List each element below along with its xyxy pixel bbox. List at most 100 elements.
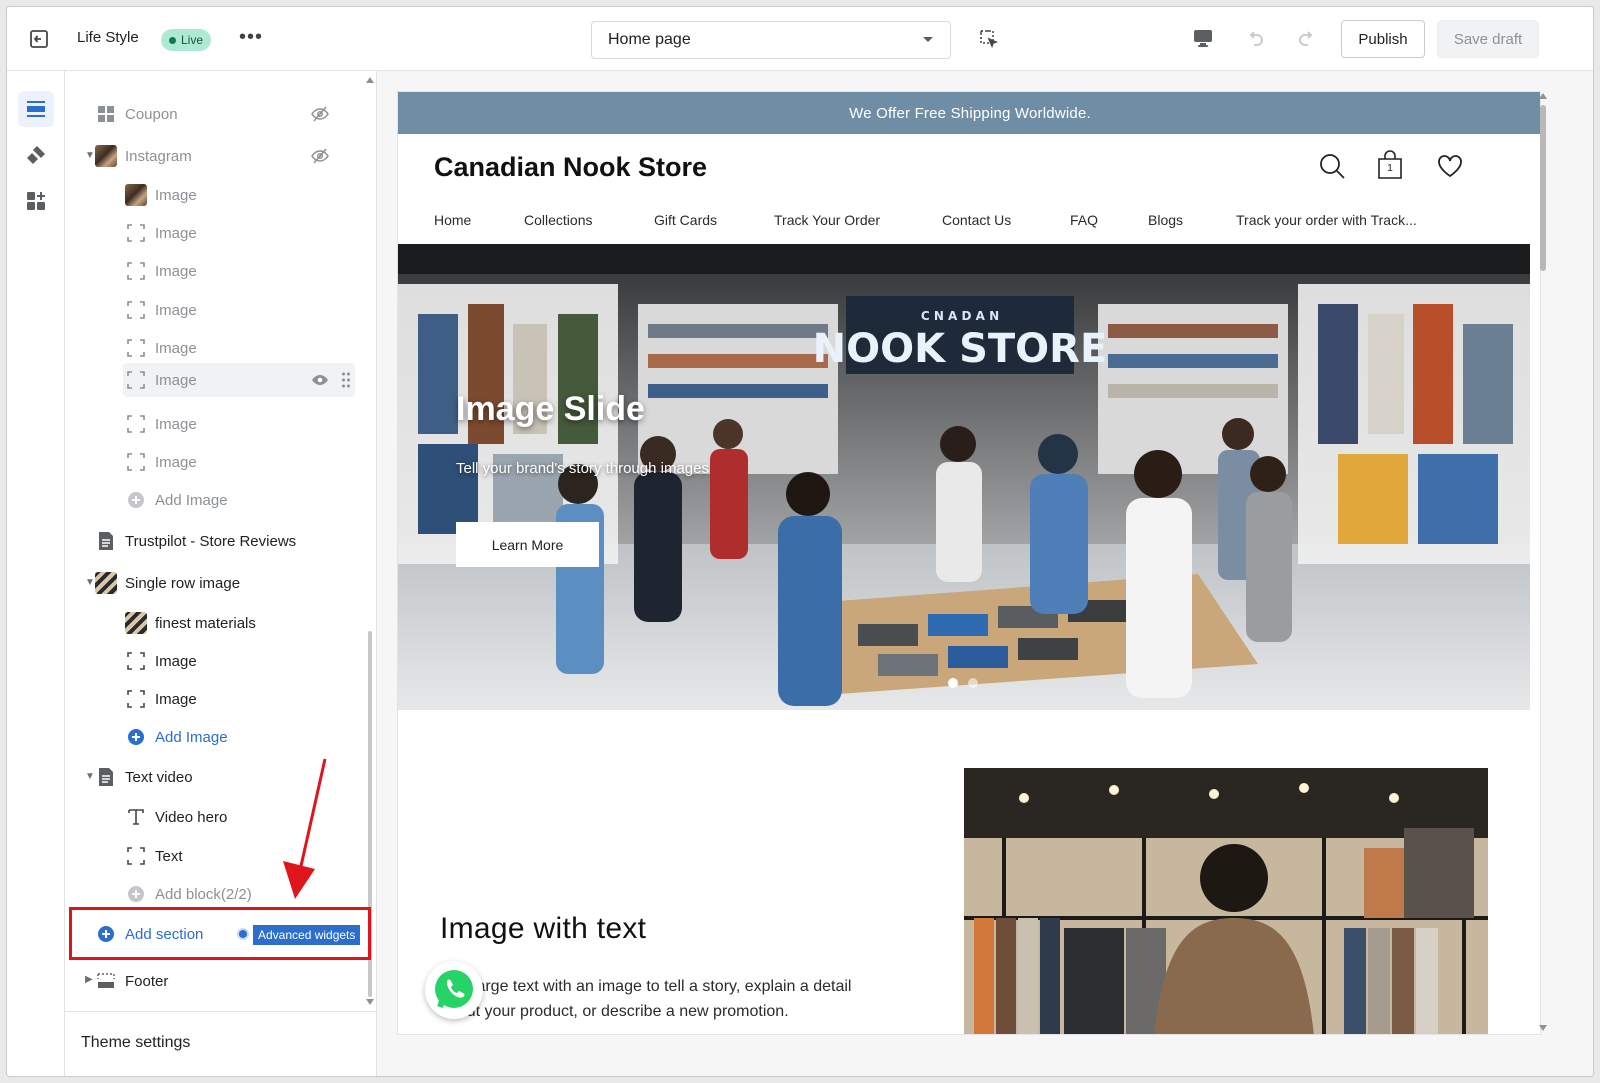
status-dot-icon [169, 36, 176, 44]
image-frame-icon [125, 650, 147, 672]
tree-block-image[interactable]: Image [125, 216, 197, 250]
tree-item-instagram[interactable]: Instagram [95, 139, 192, 173]
chevron-down-icon [923, 37, 933, 42]
tree-block-image-selected[interactable]: Image [125, 363, 197, 397]
caret-down-icon[interactable]: ▼ [85, 150, 95, 161]
store-interior-image: C N A D A N NOOK STORE [398, 244, 1530, 710]
caret-down-icon[interactable]: ▼ [85, 771, 95, 782]
scroll-up-icon[interactable] [1539, 93, 1547, 99]
tree-block-image[interactable]: Image [125, 682, 197, 716]
save-draft-button[interactable]: Save draft [1437, 20, 1539, 58]
tree-block-image[interactable]: Image [125, 407, 197, 441]
tree-item-text-video[interactable]: Text video [95, 760, 193, 794]
page-selector-value: Home page [608, 31, 691, 48]
tree-item-label: Image [155, 262, 197, 280]
tree-block-image[interactable]: Image [125, 331, 197, 365]
tree-block-video-hero[interactable]: Video hero [125, 800, 227, 834]
theme-editor-window: Life Style Live ••• Home page Publish Sa… [6, 6, 1594, 1077]
nav-link-contact[interactable]: Contact Us [942, 212, 1011, 228]
add-image-button[interactable]: Add Image [125, 483, 228, 517]
eye-icon[interactable] [311, 371, 329, 389]
page-selector[interactable]: Home page [591, 21, 951, 59]
tree-scrollbar[interactable] [365, 71, 375, 1011]
nav-link-faq[interactable]: FAQ [1070, 212, 1098, 228]
grid-section-icon [95, 103, 117, 125]
tree-block-image[interactable]: Image [125, 644, 197, 678]
search-icon[interactable] [1318, 152, 1346, 180]
add-block-button[interactable]: Add block(2/2) [125, 877, 252, 911]
exit-icon[interactable] [27, 27, 51, 51]
learn-more-button[interactable]: Learn More [456, 522, 599, 567]
theme-settings-label: Theme settings [81, 1034, 191, 1051]
advanced-widgets-button[interactable]: Advanced widgets [253, 925, 361, 945]
tree-item-label: finest materials [155, 614, 256, 632]
tree-item-label: Text video [125, 768, 193, 786]
document-icon [95, 530, 117, 552]
slide-dot-active[interactable] [948, 678, 958, 688]
tree-item-label: Image [155, 415, 197, 433]
tree-item-coupon[interactable]: Coupon [95, 97, 178, 131]
eye-hidden-icon[interactable] [311, 147, 329, 165]
hero-slideshow[interactable]: C N A D A N NOOK STORE Image Slide Tell … [398, 244, 1530, 710]
nav-link-collections[interactable]: Collections [524, 212, 592, 228]
add-image-button[interactable]: Add Image [125, 720, 228, 754]
sections-icon[interactable] [18, 91, 54, 127]
tree-item-footer[interactable]: Footer [95, 964, 168, 998]
desktop-icon[interactable] [1192, 27, 1214, 49]
tree-item-single-row-image[interactable]: Single row image [95, 566, 240, 600]
nav-link-gift-cards[interactable]: Gift Cards [654, 212, 717, 228]
store-logo-title[interactable]: Canadian Nook Store [434, 152, 707, 183]
image-with-text-body: Pair large text with an image to tell a … [440, 978, 852, 1020]
store-name: Life Style [77, 29, 139, 46]
tree-block-image[interactable]: Image [125, 445, 197, 479]
cart-icon[interactable]: 1 [1376, 150, 1404, 180]
tree-item-label: Video hero [155, 808, 228, 826]
preview-scrollbar[interactable] [1537, 91, 1549, 1035]
tree-block-image[interactable]: Image [125, 293, 197, 327]
undo-icon[interactable] [1243, 27, 1267, 51]
drag-handle-icon[interactable] [341, 371, 351, 389]
theme-style-icon[interactable] [18, 137, 54, 173]
nav-link-track-with-app[interactable]: Track your order with Track... [1236, 212, 1417, 228]
redo-icon[interactable] [1295, 27, 1319, 51]
publish-button[interactable]: Publish [1341, 20, 1425, 58]
apps-icon[interactable] [18, 183, 54, 219]
nav-link-home[interactable]: Home [434, 212, 471, 228]
cart-count: 1 [1387, 163, 1393, 174]
tree-block-finest-materials[interactable]: finest materials [125, 606, 256, 640]
section-thumbnail [95, 572, 117, 594]
tree-item-label: Add block(2/2) [155, 885, 252, 903]
announcement-bar: We Offer Free Shipping Worldwide. [398, 92, 1540, 134]
tree-item-label: Coupon [125, 105, 178, 123]
scroll-down-icon[interactable] [1539, 1025, 1547, 1031]
heart-icon[interactable] [1436, 152, 1464, 180]
tree-item-trustpilot[interactable]: Trustpilot - Store Reviews [95, 524, 296, 558]
top-bar: Life Style Live ••• Home page Publish Sa… [7, 7, 1593, 71]
annotation-arrow-icon [283, 758, 327, 899]
scroll-up-icon[interactable] [366, 77, 374, 83]
nav-link-blogs[interactable]: Blogs [1148, 212, 1183, 228]
whatsapp-chat-button[interactable] [425, 961, 483, 1019]
scroll-down-icon[interactable] [366, 999, 374, 1005]
hero-slide-title: Image Slide [456, 390, 645, 428]
tree-block-image[interactable]: Image [125, 178, 197, 212]
image-with-text-title: Image with text [440, 912, 647, 945]
nav-link-track-order[interactable]: Track Your Order [774, 212, 880, 228]
caret-right-icon[interactable]: ▶ [85, 974, 93, 985]
tree-item-label: Image [155, 224, 197, 242]
eye-hidden-icon[interactable] [311, 105, 329, 123]
image-frame-icon [125, 337, 147, 359]
editor-icon-rail [7, 71, 65, 1076]
slide-dot[interactable] [968, 678, 978, 688]
caret-down-icon[interactable]: ▼ [85, 577, 95, 588]
plus-circle-icon [125, 489, 147, 511]
plus-circle-icon [125, 883, 147, 905]
section-thumbnail [95, 145, 117, 167]
tree-block-text[interactable]: Text [125, 839, 183, 873]
more-icon[interactable]: ••• [239, 27, 263, 47]
preview-scrollbar-thumb[interactable] [1540, 105, 1546, 271]
theme-settings-button[interactable]: Theme settings [65, 1011, 376, 1076]
tree-item-label: Image [155, 690, 197, 708]
tree-block-image[interactable]: Image [125, 254, 197, 288]
select-element-icon[interactable] [979, 29, 999, 49]
